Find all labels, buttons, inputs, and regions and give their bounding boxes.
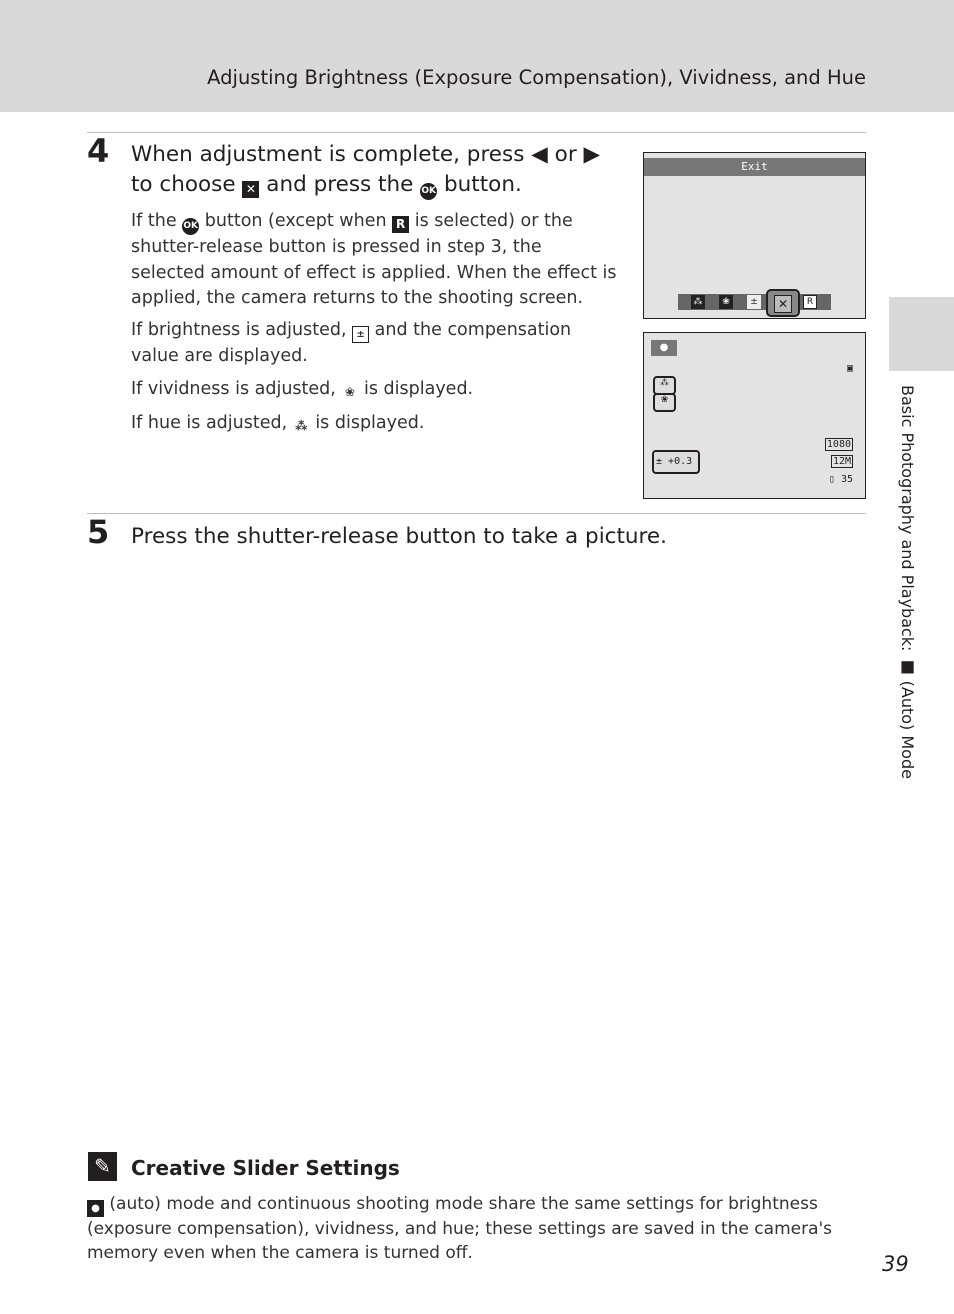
text: or	[554, 142, 577, 167]
vividness-icon: ❀	[653, 393, 676, 412]
side-tab	[889, 297, 954, 371]
page-header-title: Adjusting Brightness (Exposure Compensat…	[207, 66, 866, 89]
step-heading: When adjustment is complete, press ◀ or …	[131, 140, 611, 200]
exposure-value: ± +0.3	[652, 450, 700, 474]
vibration-icon: ▣	[846, 363, 853, 374]
ok-button-icon: OK	[420, 183, 438, 200]
exit-x-icon: ✕	[242, 181, 260, 198]
right-arrow-icon: ▶	[583, 142, 601, 167]
camera-icon: ●	[87, 1200, 104, 1217]
note-body: ● (auto) mode and continuous shooting mo…	[87, 1192, 877, 1265]
remaining-count: 35	[840, 474, 853, 485]
divider	[87, 132, 866, 133]
vividness-icon: ❀	[344, 385, 355, 399]
text: When adjustment is complete, press	[131, 142, 525, 167]
paragraph: If vividness is adjusted, ❀ is displayed…	[131, 377, 621, 403]
camera-icon: ●	[651, 340, 677, 356]
text: to choose	[131, 172, 236, 197]
exit-selected: ✕	[766, 289, 800, 317]
paragraph: If hue is adjusted, ⁂ is displayed.	[131, 411, 621, 437]
hue-icon: ⁂	[295, 419, 308, 433]
text: If the	[131, 211, 177, 231]
paragraph: If the OK button (except when R is selec…	[131, 209, 621, 312]
camera-icon: ■	[898, 656, 917, 676]
exposure-text: +0.3	[668, 456, 693, 467]
text: If brightness is adjusted,	[131, 320, 347, 340]
movie-mode: 1080	[824, 438, 853, 451]
text: is displayed.	[315, 413, 425, 433]
exit-x-icon: ✕	[774, 295, 792, 313]
camera-screen-shooting: ● ▣ ⁂ ❀ ± +0.3 1080 12M ▯ 35	[643, 332, 866, 499]
paragraph: If brightness is adjusted, ± and the com…	[131, 318, 621, 369]
hue-icon: ⁂	[691, 295, 705, 309]
vividness-icon: ❀	[719, 295, 733, 309]
text: button.	[444, 172, 522, 197]
left-arrow-icon: ◀	[531, 142, 548, 167]
divider	[87, 513, 866, 514]
exit-label: Exit	[644, 158, 865, 176]
note-title: Creative Slider Settings	[131, 1156, 400, 1180]
step-number: 4	[87, 132, 110, 170]
exposure-compensation-icon: ±	[352, 326, 370, 343]
step-number: 5	[87, 513, 110, 551]
text: button (except when	[204, 211, 387, 231]
image-size: 12M	[830, 455, 853, 468]
manual-page: Adjusting Brightness (Exposure Compensat…	[0, 0, 954, 1314]
text: Basic Photography and Playback:	[898, 385, 917, 652]
reset-icon: R	[803, 295, 817, 309]
step-heading: Press the shutter-release button to take…	[131, 524, 667, 549]
text: (Auto) Mode	[898, 680, 917, 779]
page-number: 39	[882, 1252, 909, 1276]
text: and press the	[266, 172, 414, 197]
reset-icon: R	[392, 216, 410, 233]
text: If hue is adjusted,	[131, 413, 288, 433]
text: If vividness is adjusted,	[131, 379, 336, 399]
note-paperclip-icon: ✎	[88, 1152, 117, 1181]
camera-screen-slider: Exit ⁂ ❀ ± R ✕	[643, 152, 866, 319]
remaining-shots: ▯ 35	[828, 474, 853, 485]
exposure-compensation-icon: ±	[747, 295, 761, 309]
chapter-label: Basic Photography and Playback: ■ (Auto)…	[898, 385, 917, 779]
text: is displayed.	[364, 379, 474, 399]
ok-button-icon: OK	[182, 218, 200, 235]
creative-slider: ⁂ ❀ ± R	[678, 294, 831, 310]
text: (auto) mode and continuous shooting mode…	[87, 1194, 833, 1263]
header-band: Adjusting Brightness (Exposure Compensat…	[0, 0, 954, 112]
